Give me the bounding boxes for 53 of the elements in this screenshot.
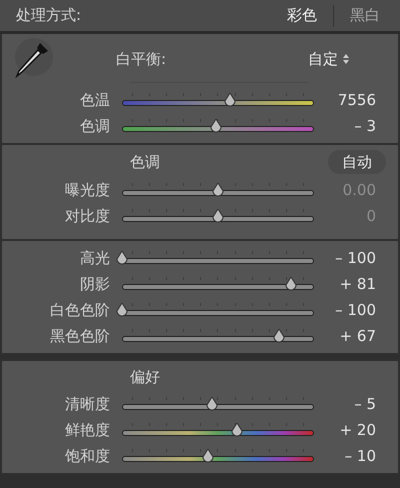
slider-label: 曝光度 xyxy=(64,181,111,199)
wb-label: 白平衡: xyxy=(116,48,166,70)
slider-value: – 3 xyxy=(353,117,377,135)
slider-track[interactable] xyxy=(122,336,314,342)
section-title: 色调 xyxy=(129,152,160,173)
slider-thumb[interactable] xyxy=(211,209,225,223)
slider-value: 7556 xyxy=(336,91,377,109)
slider-track[interactable] xyxy=(122,430,314,436)
preset-dropdown[interactable]: 自定 xyxy=(308,48,350,70)
slider-track[interactable] xyxy=(122,404,314,410)
slider-track[interactable] xyxy=(122,310,314,316)
slider-label: 鲜艳度 xyxy=(64,421,111,439)
slider-thumb[interactable] xyxy=(284,277,298,291)
slider-thumb[interactable] xyxy=(201,449,216,463)
slider-label: 白色色阶 xyxy=(49,301,111,319)
slider-value: + 20 xyxy=(338,421,377,439)
slider-value: – 10 xyxy=(344,447,377,465)
slider-thumb[interactable] xyxy=(205,397,220,411)
slider-label: 清晰度 xyxy=(64,395,111,413)
mode-option[interactable]: 黑白 xyxy=(342,4,388,27)
slider-value: + 81 xyxy=(338,275,377,293)
slider-label: 黑色色阶 xyxy=(49,327,111,345)
slider-track[interactable] xyxy=(122,216,314,222)
slider-value: – 100 xyxy=(334,301,377,319)
slider-thumb[interactable] xyxy=(209,119,224,133)
slider-label: 对比度 xyxy=(64,207,111,225)
panel-label: 处理方式: xyxy=(16,5,82,26)
slider-track[interactable] xyxy=(122,258,314,264)
slider-label: 高光 xyxy=(79,249,111,267)
updown-icon xyxy=(342,53,350,65)
slider-value: + 67 xyxy=(338,327,377,345)
auto-button[interactable]: 自动 xyxy=(328,150,386,174)
slider-thumb[interactable] xyxy=(230,423,244,437)
mode-option[interactable]: 彩色 xyxy=(279,4,325,27)
slider-label: 色温 xyxy=(79,91,111,109)
slider-label: 色调 xyxy=(79,117,111,135)
slider-label: 饱和度 xyxy=(64,447,111,465)
slider-track[interactable] xyxy=(122,100,314,106)
slider-thumb[interactable] xyxy=(115,303,129,317)
slider-track[interactable] xyxy=(122,456,314,462)
slider-value: – 100 xyxy=(334,249,377,267)
slider-value: – 5 xyxy=(353,395,377,413)
slider-label: 阴影 xyxy=(79,275,111,293)
slider-value: 0.00 xyxy=(342,181,377,199)
slider-thumb[interactable] xyxy=(222,93,237,107)
slider-track[interactable] xyxy=(122,126,314,132)
slider-track[interactable] xyxy=(122,190,314,196)
slider-value: 0 xyxy=(365,207,377,225)
slider-track[interactable] xyxy=(122,284,314,290)
slider-thumb[interactable] xyxy=(115,251,129,265)
section-title: 偏好 xyxy=(129,366,160,388)
slider-thumb[interactable] xyxy=(272,329,286,343)
slider-thumb[interactable] xyxy=(211,183,225,197)
